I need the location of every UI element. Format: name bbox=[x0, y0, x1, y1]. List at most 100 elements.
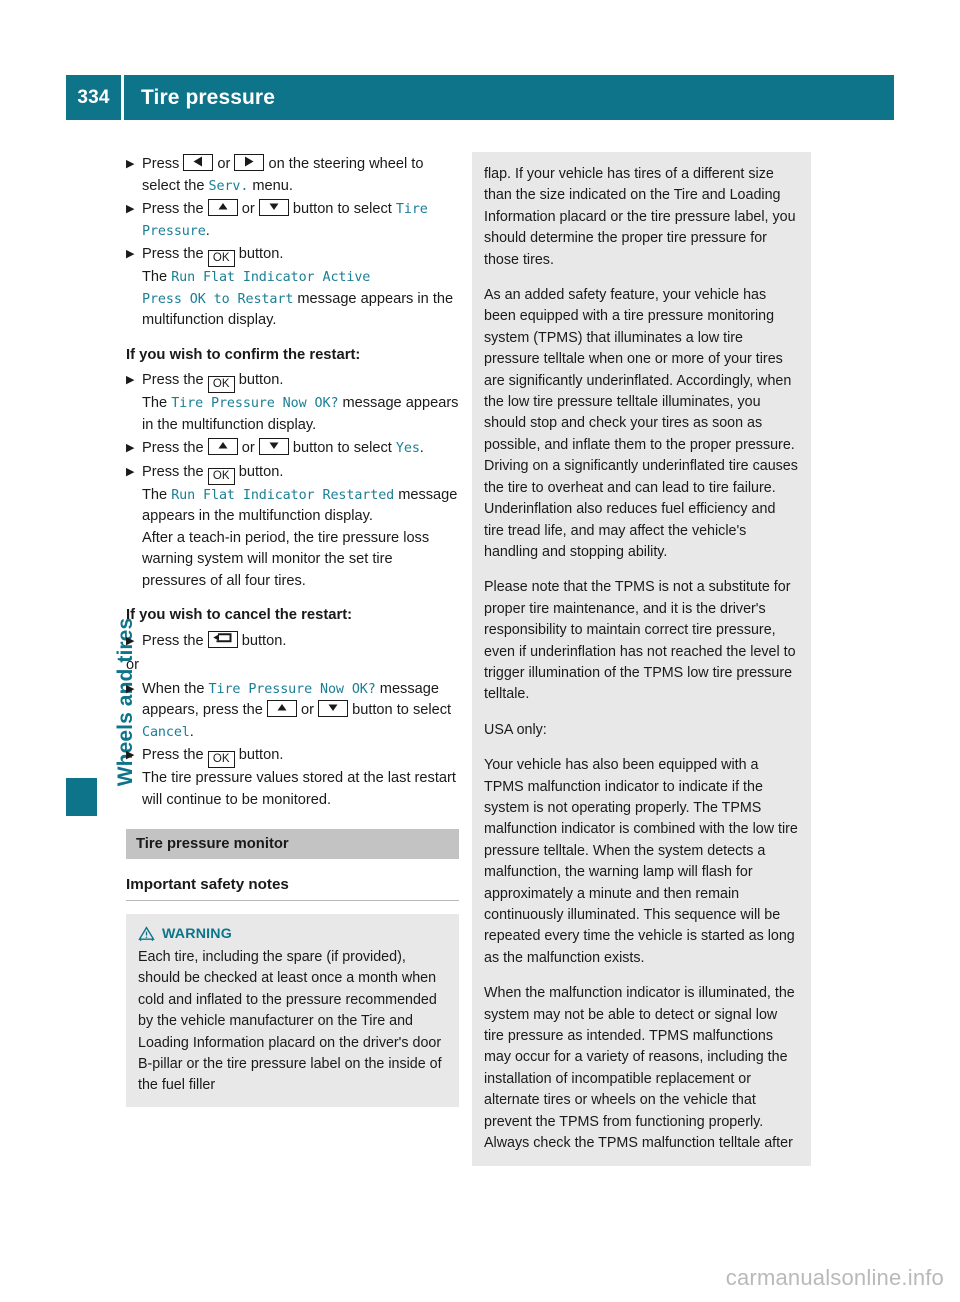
down-arrow-key-icon bbox=[258, 199, 289, 216]
step-text: Press the OK button. The Run Flat Indica… bbox=[142, 244, 459, 332]
step-bullet-icon: ▶ bbox=[126, 682, 135, 695]
display-text-cancel: Cancel bbox=[142, 724, 190, 740]
step-confirm-select-yes: ▶ Press the or button to select Yes. bbox=[126, 438, 459, 460]
up-arrow-key-icon bbox=[207, 438, 238, 455]
warning-body: Each tire, including the spare (if provi… bbox=[138, 947, 447, 1097]
warning-text: Each tire, including the spare (if provi… bbox=[138, 949, 442, 1094]
right-column: flap. If your vehicle has tires of a dif… bbox=[472, 152, 811, 1167]
warning-label: WARNING bbox=[162, 926, 232, 942]
heading-cancel-restart: If you wish to cancel the restart: bbox=[126, 607, 353, 623]
step-bullet-icon: ▶ bbox=[126, 749, 135, 761]
step-text-tail: . bbox=[205, 222, 210, 239]
ok-key-icon: OK bbox=[207, 250, 235, 267]
result-text: The tire pressure values stored at the l… bbox=[142, 770, 456, 808]
heading-confirm-restart: If you wish to confirm the restart: bbox=[126, 346, 361, 363]
step-text-pre: Press the bbox=[142, 372, 208, 388]
step-press-ok-runflat: ▶ Press the OK button. The Run Flat Indi… bbox=[126, 244, 459, 332]
step-text-post: button. bbox=[234, 747, 284, 763]
ok-key-icon: OK bbox=[207, 751, 235, 768]
step-text-pre: Press the bbox=[142, 747, 208, 763]
step-text: Press the OK button. The Run Flat Indica… bbox=[142, 462, 459, 528]
step-text-mid2: or bbox=[296, 702, 319, 718]
step-text-post: button to select bbox=[288, 201, 396, 217]
page-title: Tire pressure bbox=[141, 85, 275, 109]
step-text-post: button. bbox=[237, 632, 287, 649]
display-text-runflat-restarted: Run Flat Indicator Restarted bbox=[171, 487, 395, 503]
down-arrow-key-icon bbox=[318, 700, 349, 717]
display-text-press-ok-restart: Press OK to Restart bbox=[142, 291, 294, 307]
step-bullet-icon: ▶ bbox=[126, 374, 135, 386]
step-text-post: button. bbox=[234, 463, 284, 480]
ok-key-icon: OK bbox=[207, 376, 235, 393]
step-text: Press the or button to select Yes. bbox=[142, 438, 459, 460]
step-text-tail: . bbox=[189, 723, 194, 740]
left-arrow-key-icon bbox=[183, 154, 214, 171]
step-text-post: button to select bbox=[288, 440, 396, 456]
display-text-serv: Serv. bbox=[208, 178, 249, 194]
right-arrow-key-icon bbox=[234, 154, 265, 171]
step-text-pre: Press bbox=[142, 156, 184, 172]
step-text-post: button. bbox=[234, 246, 284, 262]
down-arrow-key-icon bbox=[258, 438, 289, 455]
chapter-side-tab-marker bbox=[66, 778, 97, 816]
warning-paragraph: As an added safety feature, your vehicle… bbox=[484, 287, 798, 560]
result-pre: The bbox=[142, 269, 172, 285]
step-text: Press the OK button. The tire pressure v… bbox=[142, 745, 459, 811]
back-key-icon bbox=[207, 630, 238, 648]
step-bullet-icon: ▶ bbox=[126, 634, 135, 647]
result-pre: The bbox=[142, 395, 172, 411]
warning-paragraph: USA only: bbox=[484, 721, 547, 738]
step-bullet-icon: ▶ bbox=[126, 442, 135, 454]
page-number: 334 bbox=[77, 86, 110, 108]
step-cancel-press-back: ▶ Press the button. bbox=[126, 630, 459, 653]
step-text-pre: Press the bbox=[142, 632, 208, 649]
step-bullet-icon: ▶ bbox=[126, 203, 135, 215]
site-watermark: carmanualsonline.info bbox=[725, 1265, 944, 1290]
step-confirm-press-ok: ▶ Press the OK button. The Tire Pressure… bbox=[126, 370, 459, 436]
step-text-post: button to select bbox=[348, 702, 452, 718]
section-heading-tire-pressure-monitor: Tire pressure monitor bbox=[126, 829, 459, 859]
warning-box-continued: flap. If your vehicle has tires of a dif… bbox=[472, 152, 811, 1167]
result-pre: The bbox=[142, 486, 172, 503]
step-text-mid: or bbox=[237, 440, 259, 456]
step-bullet-icon: ▶ bbox=[126, 248, 135, 260]
step-cancel-press-ok: ▶ Press the OK button. The tire pressure… bbox=[126, 745, 459, 811]
step-bullet-icon: ▶ bbox=[126, 158, 135, 170]
step-text-pre: Press the bbox=[142, 201, 208, 217]
display-text-yes: Yes bbox=[395, 441, 420, 456]
step-text-mid: or bbox=[213, 156, 235, 172]
step-text-post: button. bbox=[234, 372, 284, 388]
subheading-important-safety-notes: Important safety notes bbox=[126, 876, 459, 901]
step-confirm-press-ok-2: ▶ Press the OK button. The Run Flat Indi… bbox=[126, 462, 459, 528]
up-arrow-key-icon bbox=[266, 700, 297, 717]
warning-box: WARNING Each tire, including the spare (… bbox=[126, 914, 459, 1107]
step-text: Press the or button to select Tire Press… bbox=[142, 199, 459, 242]
step-select-serv-menu: ▶ Press or on the steering wheel to sele… bbox=[126, 154, 459, 197]
step-text-pre: Press the bbox=[142, 246, 208, 262]
warning-triangle-icon bbox=[138, 926, 155, 942]
warning-paragraph: Your vehicle has also been equipped with… bbox=[484, 757, 798, 966]
step-cancel-select-cancel: ▶ When the Tire Pressure Now OK? message… bbox=[126, 679, 459, 744]
display-text-now-ok: Tire Pressure Now OK? bbox=[171, 396, 339, 411]
or-separator: or bbox=[126, 657, 139, 673]
up-arrow-key-icon bbox=[207, 199, 238, 216]
step-bullet-icon: ▶ bbox=[126, 465, 135, 478]
warning-paragraph: flap. If your vehicle has tires of a dif… bbox=[484, 166, 796, 268]
step-text: Press or on the steering wheel to select… bbox=[142, 154, 459, 197]
step-text-tail: . bbox=[419, 440, 424, 456]
step-text-pre: Press the bbox=[142, 440, 208, 456]
step-text: Press the button. bbox=[142, 630, 459, 653]
step-text-pre: Press the bbox=[142, 463, 208, 480]
warning-paragraph: When the malfunction indicator is illumi… bbox=[484, 985, 795, 1152]
step-select-tire-pressure: ▶ Press the or button to select Tire Pre… bbox=[126, 199, 459, 242]
warning-title: WARNING bbox=[138, 926, 447, 942]
note-teach-in-period: After a teach-in period, the tire pressu… bbox=[142, 529, 430, 589]
step-text: When the Tire Pressure Now OK? message a… bbox=[142, 679, 459, 744]
warning-paragraph: Please note that the TPMS is not a subst… bbox=[484, 579, 796, 703]
page-header: 334 Tire pressure bbox=[66, 75, 894, 120]
step-text-mid: or bbox=[237, 201, 259, 217]
display-text-runflat-active: Run Flat Indicator Active bbox=[171, 270, 371, 285]
display-text-now-ok-2: Tire Pressure Now OK? bbox=[208, 681, 376, 697]
left-column: ▶ Press or on the steering wheel to sele… bbox=[126, 152, 459, 1107]
step-text-tail: menu. bbox=[248, 177, 293, 194]
